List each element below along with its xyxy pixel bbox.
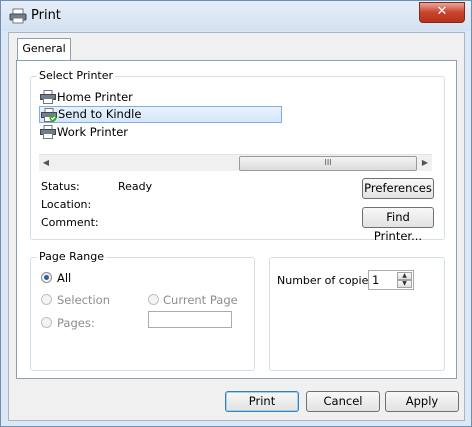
title-bar[interactable]: Print ✕ [1,1,471,31]
copies-input[interactable]: 1 ▲ ▼ [368,270,414,290]
scroll-left-icon[interactable]: ◀ [39,155,53,171]
grip-icon: III [324,158,332,167]
printer-default-check-icon [41,108,57,122]
radio-current-page[interactable] [148,294,159,305]
pages-input[interactable] [148,311,232,328]
scrollbar-thumb[interactable]: III [239,156,417,171]
select-printer-label: Select Printer [37,69,116,82]
print-dialog: Print ✕ General Select Printer Home Prin… [0,0,472,427]
printer-name: Home Printer [57,90,133,104]
apply-button[interactable]: Apply [385,391,459,412]
location-label: Location: [41,198,92,211]
comment-label: Comment: [41,216,99,229]
copies-value: 1 [372,273,380,287]
select-printer-group: Select Printer Home Printer Send to Kind… [30,69,445,243]
tab-general[interactable]: General [17,38,71,61]
printer-list-scrollbar[interactable]: ◀ III ▶ [39,154,432,171]
spin-up-icon[interactable]: ▲ [397,272,412,280]
close-button[interactable]: ✕ [419,2,465,23]
status-value: Ready [118,180,153,193]
page-range-pages-option[interactable]: Pages: [41,316,121,330]
radio-pages[interactable] [41,317,52,328]
window-title: Print [31,8,61,23]
printer-icon [9,8,27,24]
printer-item-work[interactable]: Work Printer [39,124,439,140]
print-button[interactable]: Print [225,391,299,412]
radio-all[interactable] [41,272,52,283]
printer-icon [40,125,56,139]
printer-name: Work Printer [57,125,129,139]
preferences-button[interactable]: Preferences [362,178,434,199]
cancel-button[interactable]: Cancel [306,391,380,412]
copies-group: Number of copies: 1 ▲ ▼ [269,257,445,371]
page-range-selection-option[interactable]: Selection [41,293,121,307]
printer-name: Send to Kindle [58,107,142,121]
copies-label: Number of copies: [277,274,378,287]
radio-all-label: All [57,271,72,285]
find-printer-button[interactable]: Find Printer... [362,207,434,243]
page-range-label: Page Range [37,250,106,263]
spin-down-icon[interactable]: ▼ [397,280,412,288]
radio-current-page-label: Current Page [163,293,238,307]
printer-icon [40,90,56,104]
page-range-current-page-option[interactable]: Current Page [148,293,248,307]
close-icon: ✕ [436,4,448,19]
general-tab-panel: Select Printer Home Printer Send to Kind… [16,60,457,379]
page-range-group: Page Range All Selection Current Page Pa… [30,250,255,371]
radio-selection-label: Selection [57,293,110,307]
page-range-all-option[interactable]: All [41,271,101,285]
scroll-right-icon[interactable]: ▶ [418,155,432,171]
dialog-content: General Select Printer Home Printer Send… [8,32,465,421]
status-label: Status: [41,180,80,193]
radio-pages-label: Pages: [57,316,95,330]
printer-item-send-to-kindle[interactable]: Send to Kindle [39,106,282,123]
printer-item-home[interactable]: Home Printer [39,89,439,105]
radio-selection[interactable] [41,294,52,305]
printer-list[interactable]: Home Printer Send to Kindle Work Printer [39,89,439,141]
